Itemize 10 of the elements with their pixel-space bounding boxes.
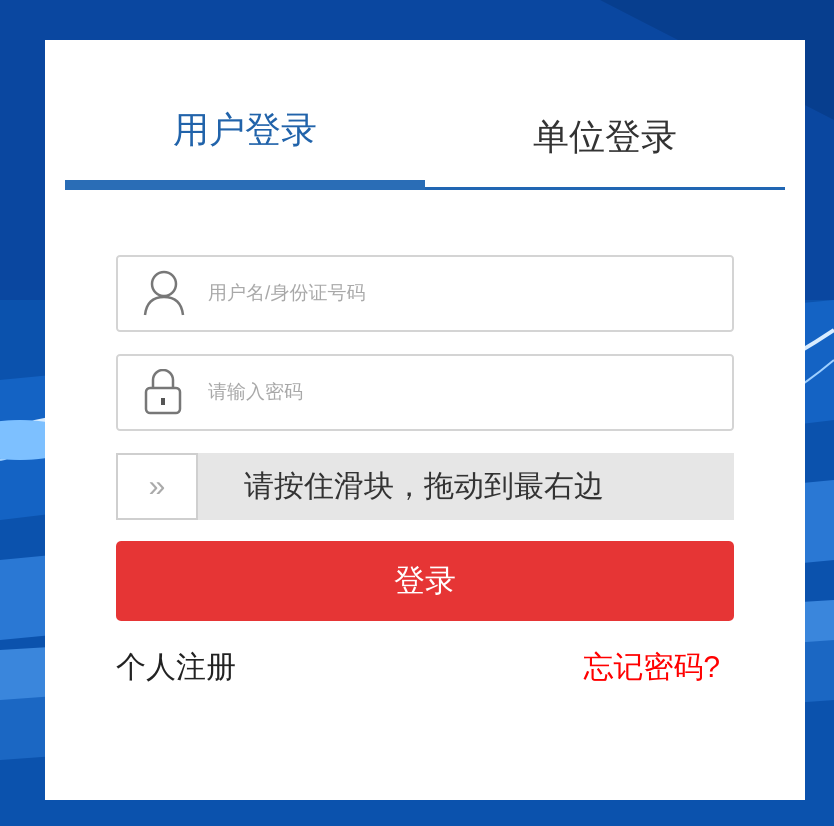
login-button[interactable]: 登录 xyxy=(116,541,734,621)
slider-hint: 请按住滑块，拖动到最右边 xyxy=(244,469,604,505)
lock-icon xyxy=(144,369,182,415)
forgot-password-link[interactable]: 忘记密码? xyxy=(583,645,720,690)
register-link[interactable]: 个人注册 xyxy=(116,645,236,690)
login-tab[interactable]: 单位登录 xyxy=(425,107,785,190)
password-field[interactable]: 请输入密码 xyxy=(116,354,734,431)
user-icon xyxy=(143,270,185,316)
login-tab[interactable]: 用户登录 xyxy=(65,100,425,190)
username-field[interactable]: 用户名/身份证号码 xyxy=(116,255,734,332)
